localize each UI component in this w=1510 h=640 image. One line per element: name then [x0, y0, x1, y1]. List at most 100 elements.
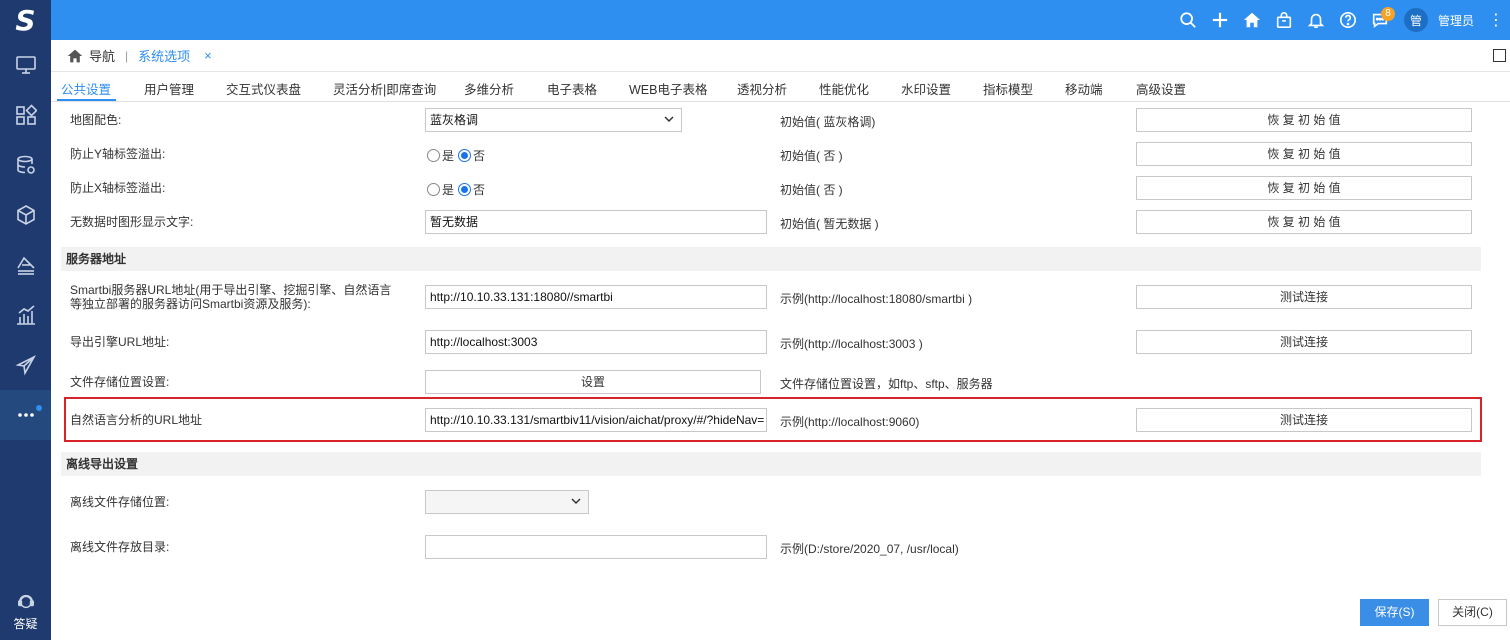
tab-performance[interactable]: 性能优化 [819, 79, 869, 98]
offline-location-select[interactable] [425, 490, 589, 514]
export-url-hint: 示例(http://localhost:3003 ) [780, 337, 923, 351]
x-overflow-label: 防止X轴标签溢出: [70, 181, 166, 195]
row-y-overflow: 防止Y轴标签溢出: 是 否 初始值( 否 ) 恢 复 初 始 值 [61, 142, 1481, 166]
breadcrumb-separator: | [125, 48, 129, 63]
breadcrumb: 导航 | 系统选项 × [51, 40, 1510, 72]
tab-web-spreadsheet[interactable]: WEB电子表格 [629, 79, 707, 98]
help-icon[interactable] [1332, 0, 1364, 40]
breadcrumb-current[interactable]: 系统选项 [138, 46, 190, 65]
tab-olap[interactable]: 多维分析 [464, 79, 514, 98]
row-offline-directory: 离线文件存放目录: 示例(D:/store/2020_07, /usr/loca… [61, 535, 1481, 559]
file-storage-settings-button[interactable]: 设置 [425, 370, 761, 394]
row-map-color: 地图配色: 蓝灰格调 初始值( 蓝灰格调) 恢 复 初 始 值 [61, 108, 1481, 132]
tab-advanced[interactable]: 高级设置 [1136, 79, 1186, 98]
save-button[interactable]: 保存(S) [1360, 599, 1429, 626]
grid-icon [15, 104, 37, 125]
sidebar-item-cube[interactable] [0, 190, 51, 240]
y-overflow-radio-group: 是 否 [427, 147, 489, 164]
x-overflow-no-radio[interactable] [458, 183, 472, 196]
smartbi-url-hint: 示例(http://localhost:18080/smartbi ) [780, 292, 973, 306]
tab-pivot[interactable]: 透视分析 [737, 79, 787, 98]
sidebar-item-layers[interactable] [0, 240, 51, 290]
avatar[interactable]: 管 [1403, 8, 1428, 32]
help-button[interactable]: 答疑 [0, 591, 51, 632]
cube-icon [16, 205, 35, 225]
sidebar-item-monitor[interactable] [0, 40, 51, 90]
y-overflow-reset-button[interactable]: 恢 复 初 始 值 [1136, 142, 1472, 166]
map-color-select[interactable]: 蓝灰格调 [425, 108, 682, 132]
plus-icon[interactable] [1204, 0, 1236, 40]
home-icon[interactable] [1236, 0, 1268, 40]
tab-metric-model[interactable]: 指标模型 [983, 79, 1033, 98]
file-storage-label: 文件存储位置设置: [70, 375, 170, 389]
support-icon [17, 594, 34, 609]
row-file-storage: 文件存储位置设置: 设置 文件存储位置设置，如ftp、sftp、服务器 [61, 370, 1481, 394]
breadcrumb-nav[interactable]: 导航 [89, 46, 115, 65]
search-icon[interactable] [1172, 0, 1204, 40]
chevron-down-icon [571, 498, 581, 505]
notification-badge: 8 [1380, 7, 1395, 21]
chart-icon [16, 305, 35, 325]
x-overflow-yes-radio[interactable] [427, 183, 440, 196]
export-url-input[interactable]: http://localhost:3003 [425, 330, 767, 354]
home-icon[interactable] [67, 48, 83, 64]
offline-directory-hint: 示例(D:/store/2020_07, /usr/local) [780, 542, 959, 556]
sidebar-item-send[interactable] [0, 340, 51, 390]
tab-user-management[interactable]: 用户管理 [144, 79, 194, 98]
sidebar-item-grid[interactable] [0, 90, 51, 140]
smartbi-url-label: Smartbi服务器URL地址(用于导出引擎、挖掘引擎、自然语言 等独立部署的服… [70, 283, 392, 311]
sidebar: 答疑 [0, 40, 51, 640]
tab-mobile[interactable]: 移动端 [1065, 79, 1103, 98]
y-overflow-label: 防止Y轴标签溢出: [70, 147, 166, 161]
file-storage-hint: 文件存储位置设置，如ftp、sftp、服务器 [780, 377, 993, 391]
tab-spreadsheet[interactable]: 电子表格 [547, 79, 597, 98]
close-button[interactable]: 关闭(C) [1438, 599, 1507, 626]
y-overflow-hint: 初始值( 否 ) [780, 149, 843, 163]
username[interactable]: 管理员 [1438, 12, 1474, 29]
map-color-reset-button[interactable]: 恢 复 初 始 值 [1136, 108, 1472, 132]
export-url-test-button[interactable]: 测试连接 [1136, 330, 1472, 354]
tab-watermark[interactable]: 水印设置 [901, 79, 951, 98]
app-logo[interactable]: S [0, 0, 51, 40]
tab-dashboard[interactable]: 交互式仪表盘 [226, 79, 301, 98]
bag-icon[interactable] [1268, 0, 1300, 40]
top-toolbar: 8 管 管理员 ⋮ [1172, 0, 1510, 40]
active-tab-indicator [57, 99, 116, 101]
no-data-text-reset-button[interactable]: 恢 复 初 始 值 [1136, 210, 1472, 234]
no-data-text-hint: 初始值( 暂无数据 ) [780, 217, 879, 231]
unread-dot [36, 405, 42, 411]
sidebar-item-more[interactable] [0, 390, 51, 440]
row-no-data-text: 无数据时图形显示文字: 暂无数据 初始值( 暂无数据 ) 恢 复 初 始 值 [61, 210, 1481, 234]
row-x-overflow: 防止X轴标签溢出: 是 否 初始值( 否 ) 恢 复 初 始 值 [61, 176, 1481, 200]
server-section-header: 服务器地址 [61, 247, 1481, 271]
tab-general[interactable]: 公共设置 [61, 79, 111, 98]
x-overflow-reset-button[interactable]: 恢 复 初 始 值 [1136, 176, 1472, 200]
bell-icon[interactable] [1300, 0, 1332, 40]
maximize-icon[interactable] [1493, 49, 1506, 62]
no-data-text-input[interactable]: 暂无数据 [425, 210, 767, 234]
close-tab-icon[interactable]: × [204, 48, 212, 63]
help-label: 答疑 [13, 617, 38, 631]
offline-section-header: 离线导出设置 [61, 452, 1481, 476]
offline-location-label: 离线文件存储位置: [70, 495, 170, 509]
tab-adhoc-query[interactable]: 灵活分析|即席查询 [333, 79, 436, 98]
offline-directory-input[interactable] [425, 535, 767, 559]
send-icon [14, 355, 36, 376]
chat-icon[interactable]: 8 [1364, 0, 1396, 40]
map-color-label: 地图配色: [70, 113, 122, 127]
row-offline-location: 离线文件存储位置: [61, 490, 1481, 514]
sidebar-item-chart[interactable] [0, 290, 51, 340]
monitor-icon [15, 56, 36, 74]
row-export-url: 导出引擎URL地址: http://localhost:3003 示例(http… [61, 330, 1481, 354]
more-icon [17, 413, 34, 417]
sidebar-item-database[interactable] [0, 140, 51, 190]
smartbi-url-test-button[interactable]: 测试连接 [1136, 285, 1472, 309]
smartbi-url-input[interactable]: http://10.10.33.131:18080//smartbi [425, 285, 767, 309]
settings-tabs: 公共设置 用户管理 交互式仪表盘 灵活分析|即席查询 多维分析 电子表格 WEB… [51, 72, 1510, 102]
map-color-hint: 初始值( 蓝灰格调) [780, 115, 876, 129]
y-overflow-yes-radio[interactable] [427, 149, 440, 162]
more-vertical-icon[interactable]: ⋮ [1486, 10, 1506, 30]
y-overflow-no-radio[interactable] [458, 149, 472, 162]
x-overflow-hint: 初始值( 否 ) [780, 183, 843, 197]
layers-icon [16, 256, 35, 275]
